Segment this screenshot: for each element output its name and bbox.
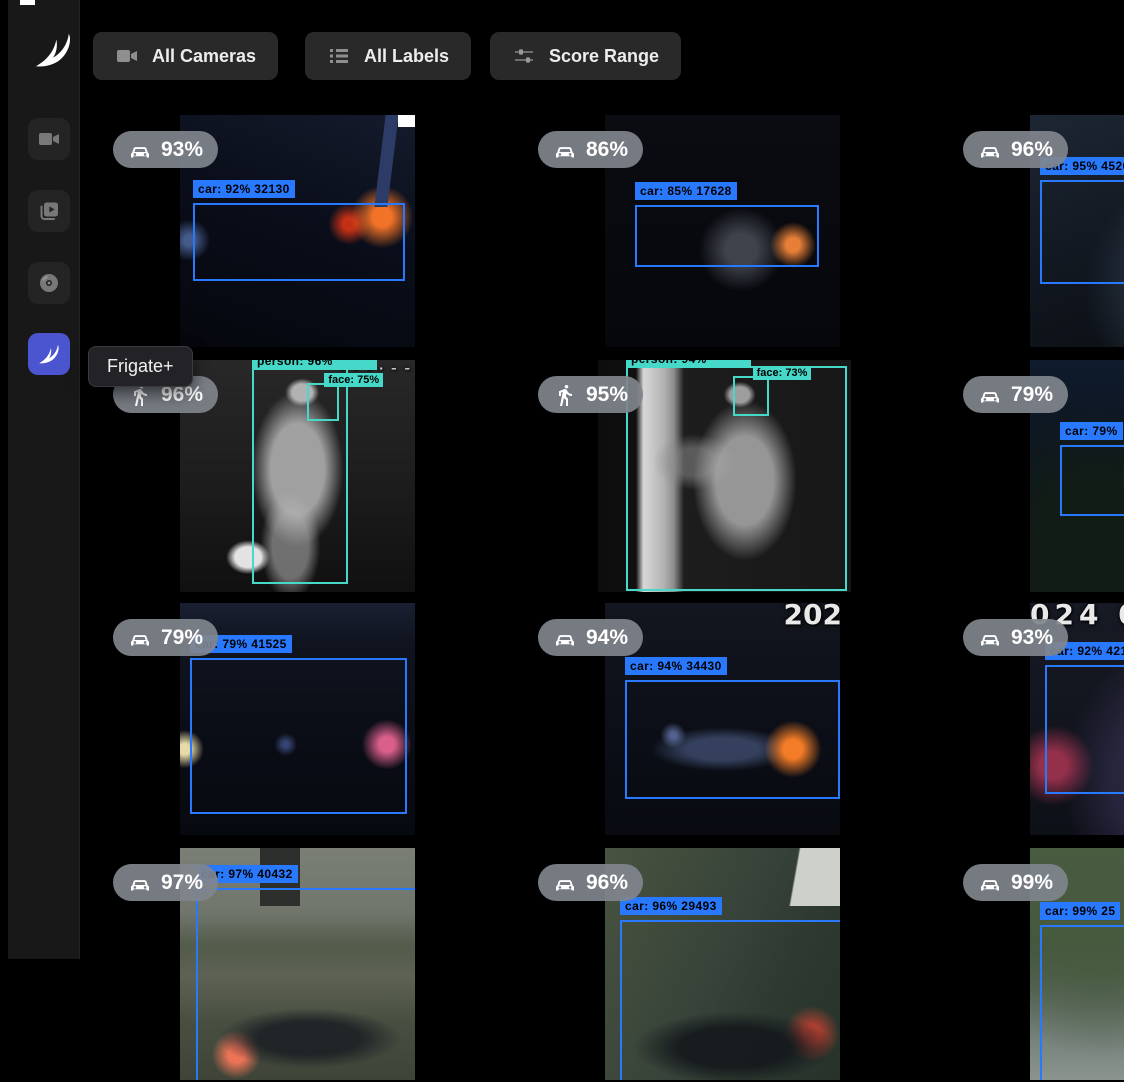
sidebar-item-review[interactable] — [28, 190, 70, 232]
review-icon — [37, 199, 61, 223]
car-icon — [128, 626, 152, 650]
all-cameras-label: All Cameras — [152, 46, 256, 67]
frigate-logo-icon — [30, 24, 76, 76]
bounding-box: car: 94% 34430 — [625, 680, 840, 799]
all-labels-label: All Labels — [364, 46, 449, 67]
person-icon — [553, 383, 577, 407]
disc-icon — [37, 271, 61, 295]
face-label: face: 73% — [753, 366, 812, 380]
score-badge: 94% — [538, 619, 643, 656]
score-badge: 79% — [113, 619, 218, 656]
face-box: face: 73% — [733, 376, 769, 416]
score-badge: 93% — [963, 619, 1068, 656]
car-icon — [128, 871, 152, 895]
detection-label: car: 85% 17628 — [635, 182, 737, 200]
grid-cell: 024 00 0 car: 92% 4218 93% — [951, 593, 1124, 837]
score-text: 96% — [586, 871, 628, 895]
bounding-box: car: 92% 32130 — [193, 203, 405, 281]
bounding-box: car: 85% 17628 — [635, 205, 819, 267]
score-badge: 79% — [963, 376, 1068, 413]
score-text: 79% — [161, 626, 203, 650]
grid-cell: car: 92% 32130 93% — [101, 105, 526, 349]
score-range-button[interactable]: Score Range — [490, 32, 681, 80]
bounding-box: car: 95% 45260 — [1040, 180, 1124, 284]
score-text: 86% — [586, 138, 628, 162]
score-badge: 86% — [538, 131, 643, 168]
detection-label: car: 92% 32130 — [193, 180, 295, 198]
camera-icon — [115, 44, 139, 68]
score-badge: 97% — [113, 864, 218, 901]
score-text: 93% — [161, 138, 203, 162]
car-icon — [128, 138, 152, 162]
frigate-plus-page: { "app": { "tooltip": "Frigate+" }, "col… — [0, 0, 1124, 959]
screen-artifact — [20, 0, 35, 5]
sidebar-item-live[interactable] — [28, 118, 70, 160]
grid-cell: person: 94% face: 73% 95% — [526, 350, 951, 594]
bounding-box: car: 79% — [1060, 445, 1124, 516]
sidebar — [8, 0, 80, 959]
score-badge: 95% — [538, 376, 643, 413]
sidebar-item-export[interactable] — [28, 262, 70, 304]
sliders-icon — [512, 44, 536, 68]
score-badge: 96% — [963, 131, 1068, 168]
score-badge: 96% — [538, 864, 643, 901]
list-icon — [327, 44, 351, 68]
car-icon — [978, 138, 1002, 162]
score-range-label: Score Range — [549, 46, 659, 67]
car-icon — [978, 871, 1002, 895]
grid-cell: car: 99% 25 99% — [951, 838, 1124, 1082]
car-icon — [553, 871, 577, 895]
detection-label: car: 96% 29493 — [620, 897, 722, 915]
bounding-box: car: 99% 25 — [1040, 925, 1124, 1080]
score-text: 79% — [1011, 383, 1053, 407]
detection-label: person: 96% — [252, 360, 377, 370]
car-icon — [553, 626, 577, 650]
bounding-box: car: 97% 40432 — [196, 888, 415, 1080]
bounding-box: car: 79% 41525 — [190, 658, 407, 814]
detection-label: car: 94% 34430 — [625, 657, 727, 675]
bounding-box: car: 92% 4218 — [1045, 665, 1124, 794]
car-icon — [978, 626, 1002, 650]
osd-timestamp: 202 — [784, 603, 840, 631]
score-text: 93% — [1011, 626, 1053, 650]
detection-label: car: 99% 25 — [1040, 902, 1120, 920]
face-box: face: 75% — [307, 383, 339, 421]
score-badge: 99% — [963, 864, 1068, 901]
tooltip-frigate-plus: Frigate+ — [88, 346, 193, 387]
grid-cell: car: 79% 41525 79% — [101, 593, 526, 837]
grid-cell: car: 97% 40432 97% — [101, 838, 526, 1082]
grid-cell: car: 95% 45260 96% — [951, 105, 1124, 349]
score-text: 96% — [1011, 138, 1053, 162]
score-text: 95% — [586, 383, 628, 407]
score-text: 94% — [586, 626, 628, 650]
car-icon — [978, 383, 1002, 407]
detection-label: car: 79% — [1060, 422, 1123, 440]
grid-cell: car: 85% 17628 86% — [526, 105, 951, 349]
grid-cell: car: 96% 29493 96% — [526, 838, 951, 1082]
face-label: face: 75% — [324, 373, 383, 387]
score-badge: 93% — [113, 131, 218, 168]
score-text: 97% — [161, 871, 203, 895]
grid-cell: 202 car: 94% 34430 94% — [526, 593, 951, 837]
sidebar-item-frigate-plus[interactable] — [28, 333, 70, 375]
bounding-box: car: 96% 29493 — [620, 920, 840, 1080]
grid-cell: car: 79% 79% — [951, 350, 1124, 594]
bird-icon — [36, 341, 62, 367]
detection-label: person: 94% — [626, 360, 751, 368]
score-text: 99% — [1011, 871, 1053, 895]
all-labels-button[interactable]: All Labels — [305, 32, 471, 80]
all-cameras-button[interactable]: All Cameras — [93, 32, 278, 80]
camera-icon — [37, 127, 61, 151]
car-icon — [553, 138, 577, 162]
